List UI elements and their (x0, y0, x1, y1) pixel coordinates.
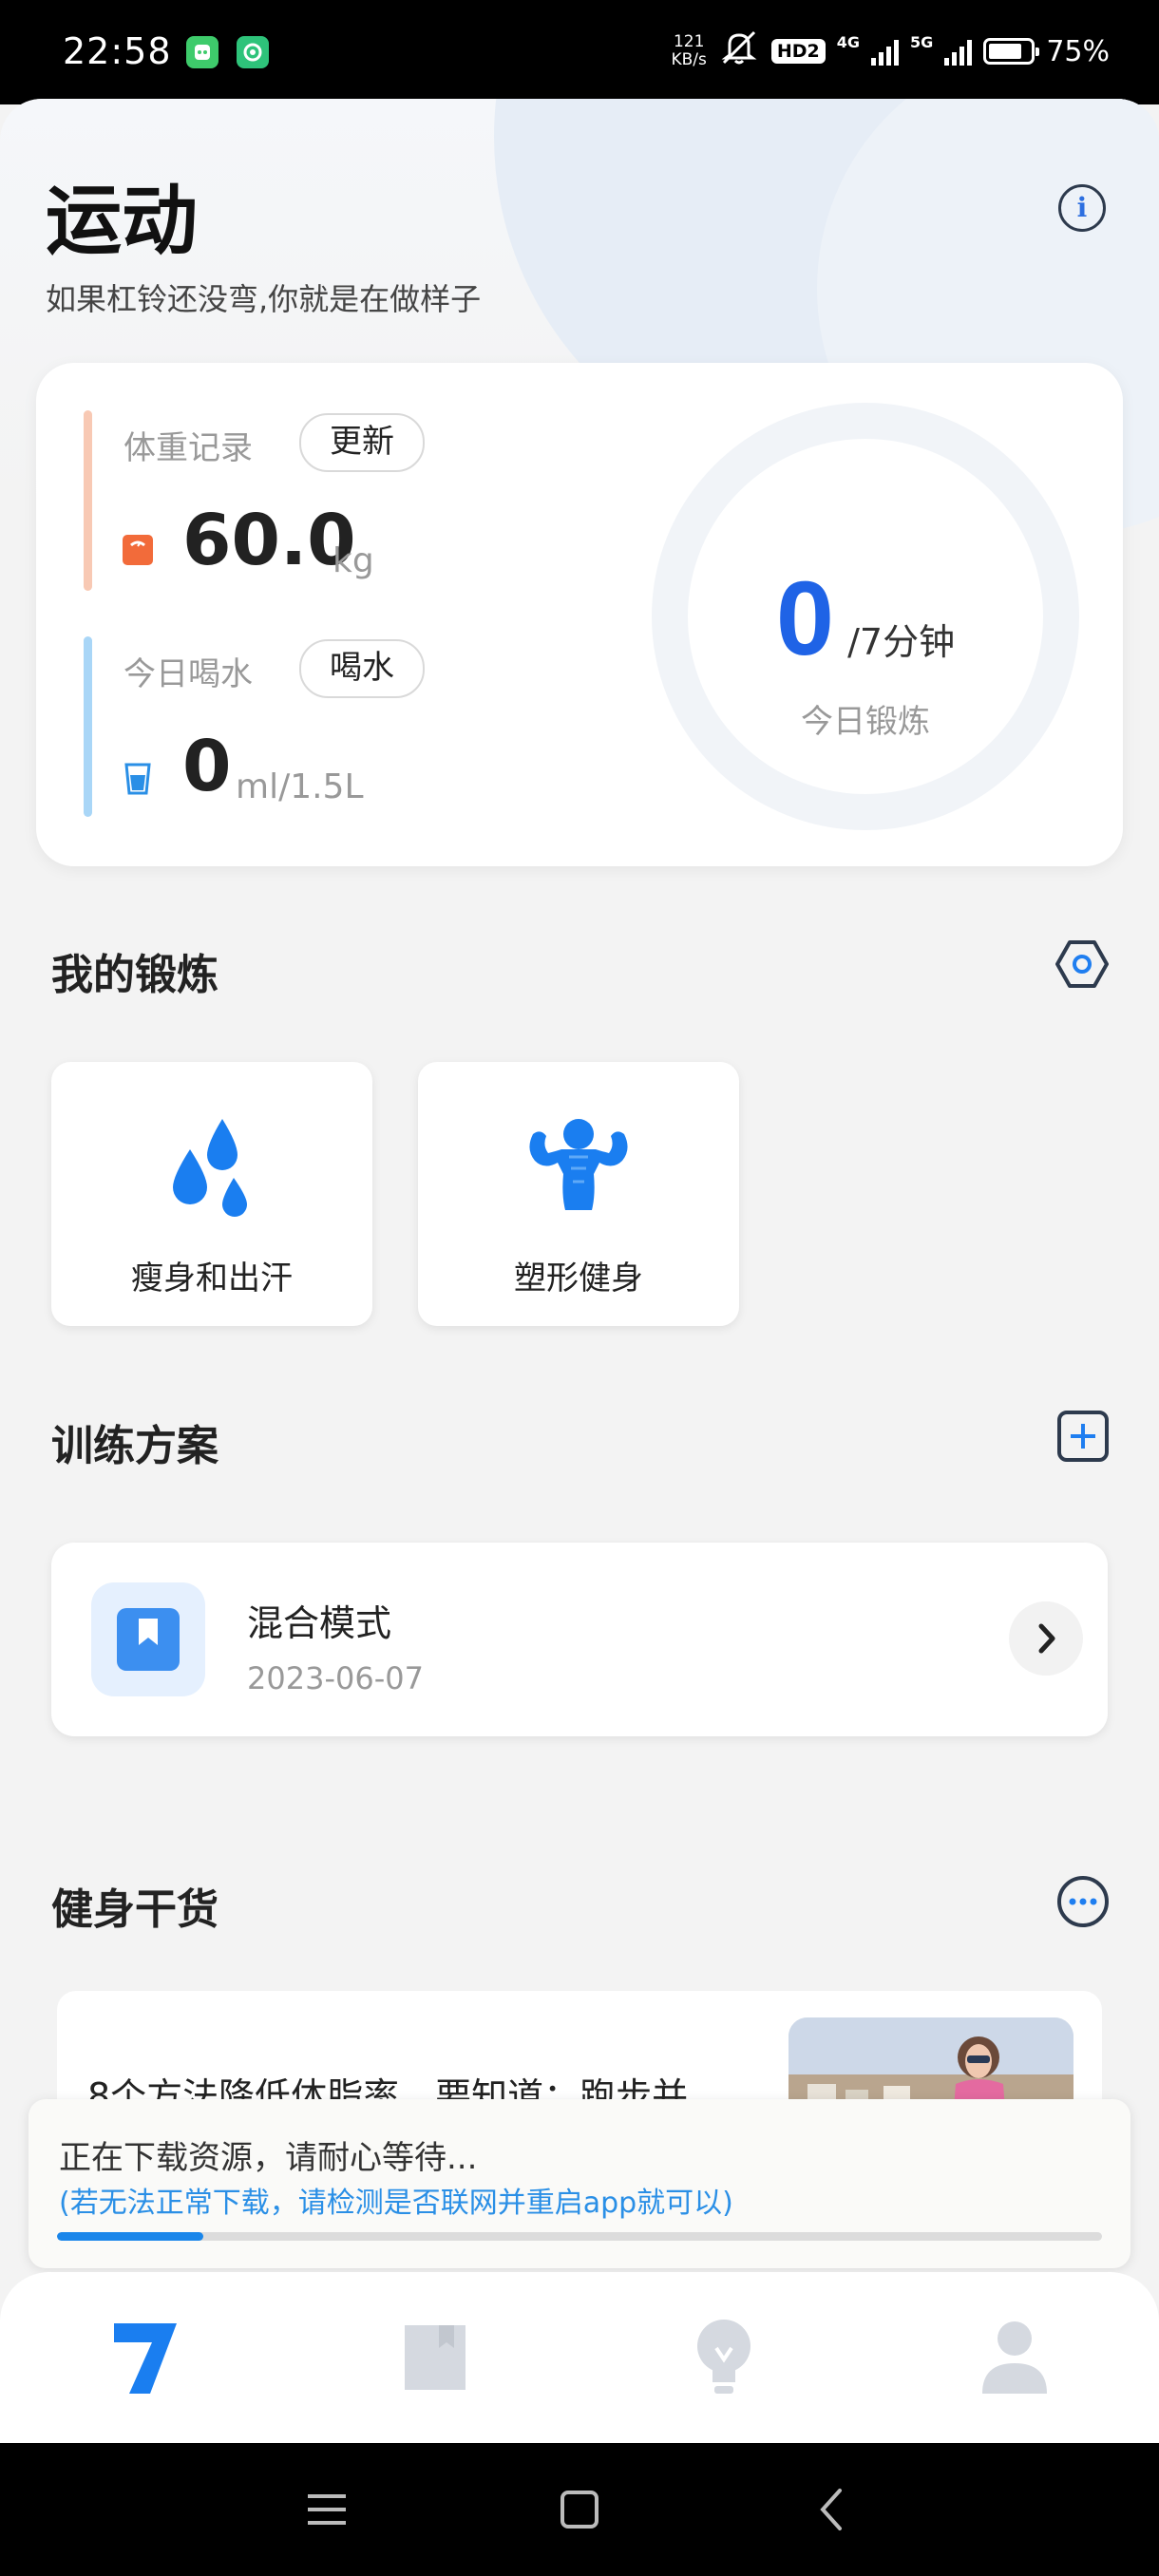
chevron-right-icon[interactable] (1009, 1601, 1083, 1676)
exercise-progress-ring[interactable]: 0/7分钟 今日锻炼 (652, 403, 1079, 830)
battery-icon (983, 38, 1040, 65)
settings-icon[interactable] (1054, 938, 1110, 994)
mute-bell-icon (718, 28, 760, 74)
info-icon[interactable]: i (1058, 184, 1106, 232)
status-bar: 22:58 121 KB/s HD2 4G 5G 75% (0, 0, 1159, 104)
page-title: 运动 (46, 177, 198, 265)
plan-date: 2023-06-07 (247, 1660, 424, 1696)
water-label: 今日喝水 (124, 655, 253, 693)
exercise-label: 瘦身和出汗 (131, 1260, 293, 1297)
training-plan-title: 训练方案 (51, 1422, 218, 1470)
app-icon-refresh (237, 36, 269, 68)
more-icon[interactable] (1056, 1875, 1110, 1932)
signal-icon (871, 37, 900, 66)
back-icon[interactable] (802, 2479, 863, 2540)
exercise-label: 塑形健身 (514, 1260, 643, 1297)
seven-logo-icon (97, 2323, 192, 2409)
net-type-1: 4G (836, 32, 861, 51)
bottom-tab-bar (0, 2272, 1159, 2443)
tab-profile[interactable] (967, 2310, 1062, 2405)
plan-name: 混合模式 (247, 1602, 392, 1644)
page-subtitle: 如果杠铃还没弯,你就是在做样子 (46, 281, 482, 317)
plan-item[interactable]: 混合模式 2023-06-07 (51, 1543, 1108, 1736)
weight-unit: kg (332, 541, 374, 580)
water-cup-icon (124, 762, 152, 800)
app-icon-green (186, 36, 218, 68)
system-nav-bar (0, 2443, 1159, 2576)
water-accent-bar (84, 636, 92, 817)
exercise-caption: 今日锻炼 (801, 703, 930, 741)
download-progress-fill (57, 2232, 203, 2241)
tab-sport[interactable] (97, 2310, 192, 2405)
download-message: 正在下载资源，请耐心等待... (59, 2139, 478, 2177)
exercise-card-shaping[interactable]: 塑形健身 (418, 1062, 739, 1326)
tab-book[interactable] (388, 2310, 483, 2405)
muscle-man-icon (522, 1115, 636, 1218)
my-exercise-title: 我的锻炼 (51, 951, 218, 999)
status-time: 22:58 (63, 30, 172, 72)
exercise-card-slimming[interactable]: 瘦身和出汗 (51, 1062, 372, 1326)
exercise-minutes: 0/7分钟 (775, 560, 956, 677)
net-type-2: 5G (910, 32, 934, 51)
book-icon (388, 2325, 483, 2409)
scale-icon (122, 534, 154, 570)
net-speed: 121 KB/s (671, 32, 707, 69)
water-unit: ml/1.5L (236, 767, 364, 806)
weight-accent-bar (84, 410, 92, 591)
tab-tips[interactable] (676, 2310, 771, 2405)
sweat-drops-icon (171, 1115, 253, 1223)
home-icon[interactable] (549, 2479, 610, 2540)
bookmark-icon (91, 1582, 205, 1696)
person-icon (967, 2321, 1062, 2409)
fitness-tips-title: 健身干货 (51, 1885, 218, 1934)
drink-water-button[interactable]: 喝水 (299, 639, 425, 698)
weight-label: 体重记录 (124, 429, 253, 467)
sport-page: 运动 如果杠铃还没弯,你就是在做样子 i 体重记录 更新 60.0 kg 今日喝… (0, 99, 1159, 2443)
water-value: 0 (182, 726, 232, 807)
download-hint: (若无法正常下载，请检测是否联网并重启app就可以) (59, 2187, 733, 2220)
update-weight-button[interactable]: 更新 (299, 413, 425, 472)
hd-badge: HD2 (770, 39, 826, 64)
download-toast: 正在下载资源，请耐心等待... (若无法正常下载，请检测是否联网并重启app就可… (28, 2099, 1130, 2268)
weight-value: 60.0 (182, 500, 356, 581)
menu-icon[interactable] (296, 2479, 357, 2540)
add-icon[interactable] (1056, 1410, 1110, 1467)
signal-icon-2 (944, 37, 973, 66)
download-progress-bar (57, 2232, 1102, 2241)
summary-card: 体重记录 更新 60.0 kg 今日喝水 喝水 0 ml/1.5L 0/7分钟 … (36, 363, 1123, 866)
bulb-icon (676, 2320, 771, 2409)
battery-percent: 75% (1046, 34, 1110, 68)
